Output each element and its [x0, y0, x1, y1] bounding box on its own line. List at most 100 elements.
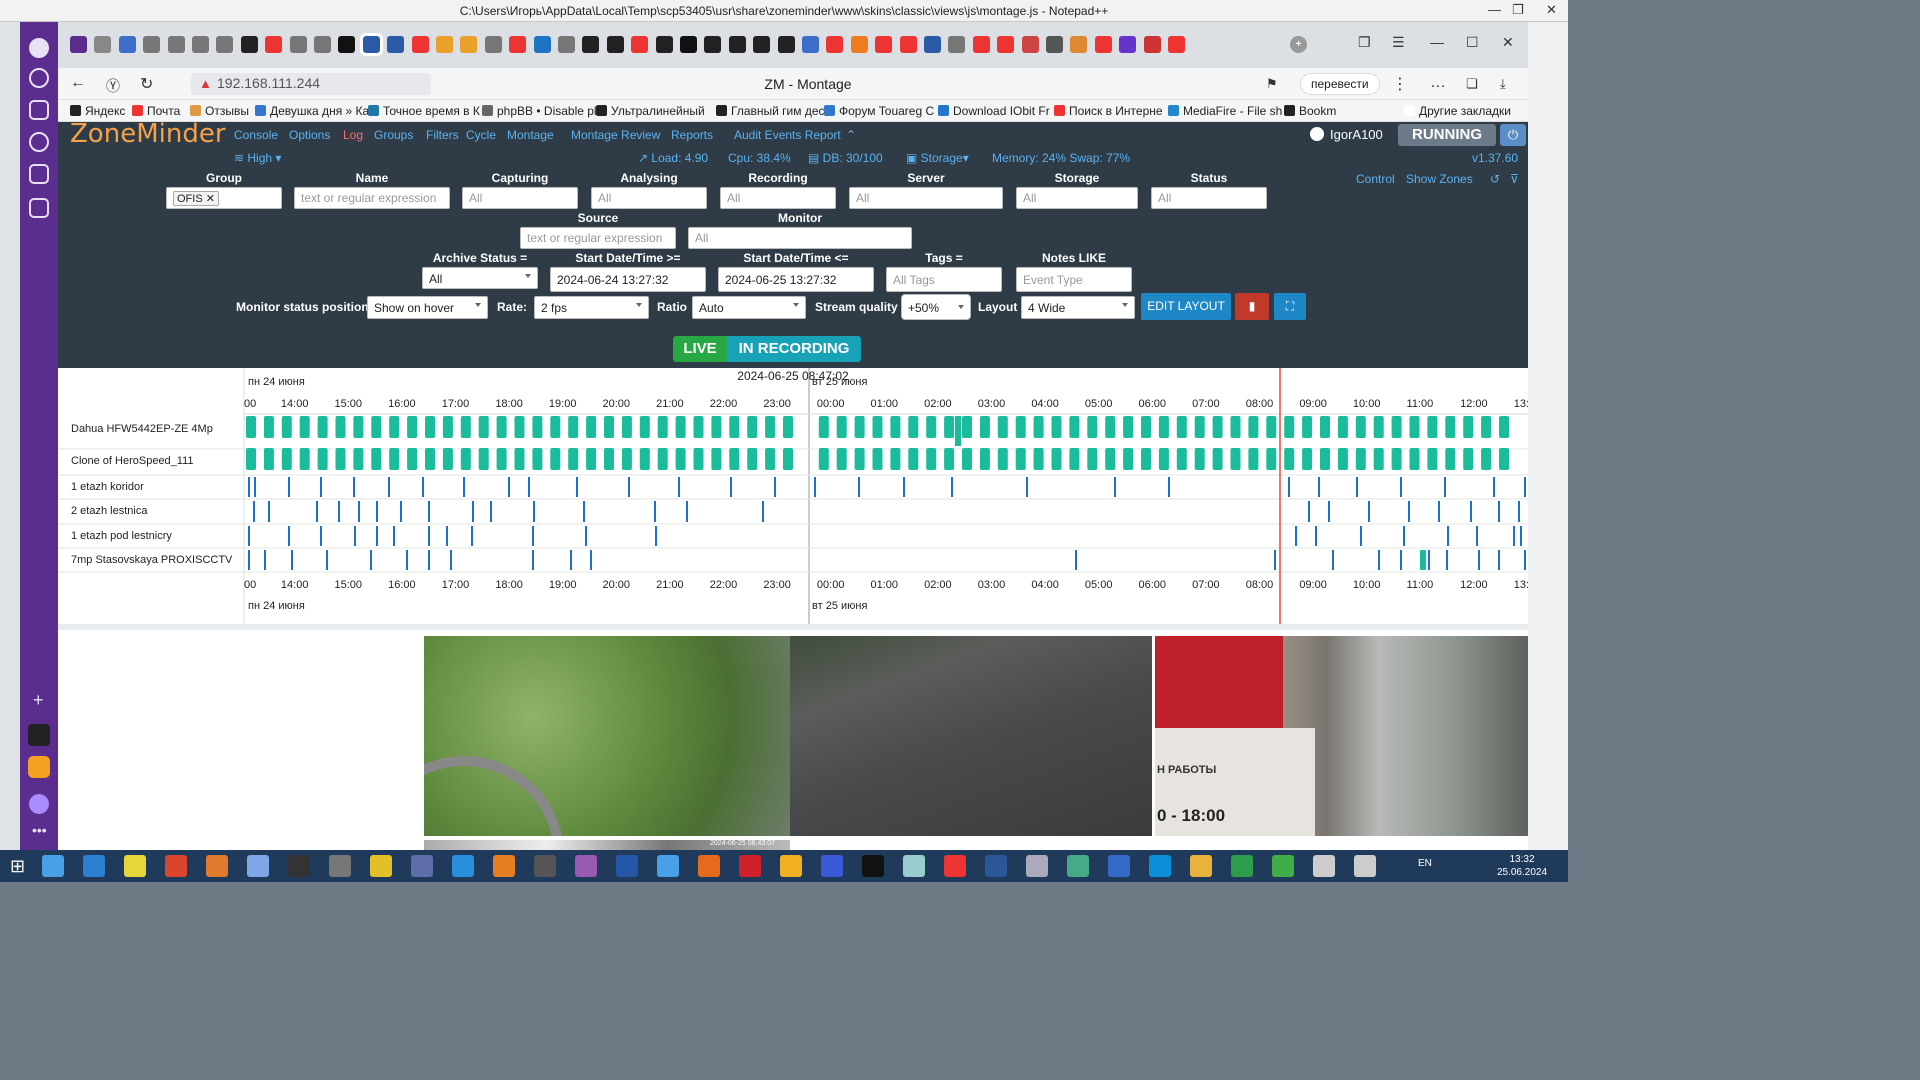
back-icon[interactable]: ←	[70, 74, 86, 92]
in-recording-button[interactable]: IN RECORDING	[727, 336, 861, 362]
alarm-event-marker[interactable]	[678, 477, 680, 497]
bookmark-item[interactable]: phpBB • Disable pl	[482, 104, 597, 118]
monitor-row-label[interactable]: 1 etazh koridor	[71, 481, 144, 493]
browser-tab-favicon-icon[interactable]	[582, 36, 600, 53]
recording-event-block[interactable]	[1409, 416, 1420, 438]
recording-event-block[interactable]	[299, 448, 310, 470]
nav-options[interactable]: Options	[289, 128, 330, 142]
alarm-event-marker[interactable]	[248, 526, 250, 546]
history-icon[interactable]	[29, 68, 49, 88]
recording-event-block[interactable]	[1141, 448, 1151, 470]
recording-event-block[interactable]	[532, 416, 543, 438]
recording-event-block[interactable]	[1445, 448, 1456, 470]
recording-event-block[interactable]	[514, 416, 525, 438]
browser-tab-favicon-icon[interactable]	[216, 36, 234, 53]
bookmark-item[interactable]: MediaFire - File sh	[1168, 104, 1282, 118]
recording-event-block[interactable]	[1481, 448, 1492, 470]
recording-event-block[interactable]	[1391, 448, 1402, 470]
alarm-event-marker[interactable]	[428, 501, 430, 522]
nav-console[interactable]: Console	[234, 128, 278, 142]
recording-event-block[interactable]	[586, 416, 597, 438]
recording-event-block[interactable]	[657, 448, 668, 470]
recording-event-block[interactable]	[1087, 416, 1098, 438]
browser-tab-favicon-icon[interactable]	[533, 36, 551, 53]
recording-event-block[interactable]	[1087, 448, 1098, 470]
close-icon[interactable]: ✕	[1546, 2, 1557, 18]
browser-tab-favicon-icon[interactable]	[558, 36, 575, 53]
alarm-event-marker[interactable]	[428, 550, 430, 570]
status-select[interactable]: All	[1151, 187, 1267, 209]
recording-event-block[interactable]	[783, 448, 793, 470]
browser-tab-favicon-icon[interactable]	[997, 36, 1015, 53]
alarm-event-marker[interactable]	[858, 477, 860, 497]
nav-audit-events-report[interactable]: Audit Events Report	[734, 128, 841, 142]
alarm-event-marker[interactable]	[951, 477, 953, 497]
recording-event-block[interactable]	[783, 416, 793, 438]
add-panel-icon[interactable]: +	[33, 690, 44, 711]
browser-tab-favicon-icon[interactable]	[411, 36, 429, 53]
mail-app-icon[interactable]	[28, 756, 50, 778]
zoneminder-app-icon[interactable]	[29, 164, 49, 184]
reload-icon[interactable]: ↻	[140, 74, 153, 94]
alarm-event-marker[interactable]	[326, 550, 328, 570]
alarm-event-marker[interactable]	[1520, 526, 1522, 546]
clear-filter-icon[interactable]: ⊽	[1510, 172, 1519, 186]
alarm-event-marker[interactable]	[316, 501, 318, 522]
browser-tab-favicon-icon[interactable]	[875, 36, 893, 53]
alarm-event-marker[interactable]	[1498, 550, 1500, 570]
alarm-event-marker[interactable]	[472, 501, 474, 522]
browser-tab-favicon-icon[interactable]	[436, 36, 453, 53]
quality-select[interactable]: +50%	[901, 294, 971, 320]
recording-event-block[interactable]	[568, 448, 579, 470]
bookmark-item[interactable]: Главный гим деса	[716, 104, 831, 118]
bookmark-icon[interactable]: ⚑	[1266, 76, 1278, 92]
recording-event-block[interactable]	[460, 416, 471, 438]
event-timeline[interactable]: пн 24 июня вт 25 июня пн 24 июня вт 25 июня…	[58, 368, 1528, 630]
alarm-event-marker[interactable]	[254, 477, 256, 497]
bookmark-item[interactable]: Отзывы	[190, 104, 249, 118]
alarm-event-marker[interactable]	[490, 501, 492, 522]
refresh-filter-icon[interactable]: ↺	[1490, 172, 1500, 186]
recording-event-block[interactable]	[568, 416, 579, 438]
browser-tab-favicon-icon[interactable]	[972, 36, 990, 53]
browser-tab-favicon-icon[interactable]	[167, 36, 185, 53]
bandwidth-selector[interactable]: ≋ High ▾	[234, 151, 281, 165]
alarm-event-marker[interactable]	[1318, 477, 1320, 497]
recording-event-block[interactable]	[496, 416, 507, 438]
recording-event-block[interactable]	[586, 448, 597, 470]
browser-tab-favicon-icon[interactable]	[289, 36, 307, 53]
bookmark-item[interactable]: Форум Touareg C	[824, 104, 934, 118]
alarm-event-marker[interactable]	[1493, 477, 1495, 497]
alarm-event-marker[interactable]	[406, 550, 408, 570]
edit-layout-button[interactable]: EDIT LAYOUT	[1141, 293, 1231, 320]
bookmark-item[interactable]: Яндекс	[70, 104, 125, 118]
alarm-event-marker[interactable]	[1026, 477, 1028, 497]
browser-tab-favicon-icon[interactable]	[704, 36, 722, 53]
alarm-event-marker[interactable]	[253, 501, 255, 522]
browser-tab-favicon-icon[interactable]	[606, 36, 624, 53]
nav-cycle[interactable]: Cycle	[466, 128, 496, 142]
group-chip[interactable]: OFIS ✕	[173, 191, 219, 206]
bookmark-item[interactable]: Почта	[132, 104, 180, 118]
browser-tab-favicon-icon[interactable]	[1168, 36, 1185, 53]
recording-event-block[interactable]	[1123, 448, 1134, 470]
taskbar-app-icon[interactable]	[42, 855, 64, 877]
alarm-event-marker[interactable]	[570, 550, 572, 570]
recording-event-block[interactable]	[890, 416, 901, 438]
taskbar-app-icon[interactable]	[329, 855, 351, 877]
recording-event-block[interactable]	[765, 448, 776, 470]
recording-event-block[interactable]	[926, 416, 937, 438]
recording-event-block[interactable]	[872, 448, 883, 470]
alarm-event-marker[interactable]	[1308, 501, 1310, 522]
browser-tab-favicon-icon[interactable]	[1046, 36, 1063, 53]
alarm-event-marker[interactable]	[583, 501, 585, 522]
recording-event-block[interactable]	[729, 448, 740, 470]
recording-event-block[interactable]	[1105, 416, 1116, 438]
browser-tab-favicon-icon[interactable]	[826, 36, 844, 53]
alarm-event-marker[interactable]	[1360, 526, 1362, 546]
taskbar-app-icon[interactable]	[985, 855, 1007, 877]
taskbar-app-icon[interactable]	[1067, 855, 1089, 877]
recording-event-block[interactable]	[442, 448, 453, 470]
alarm-event-marker[interactable]	[1378, 550, 1380, 570]
recording-event-block[interactable]	[818, 448, 829, 470]
